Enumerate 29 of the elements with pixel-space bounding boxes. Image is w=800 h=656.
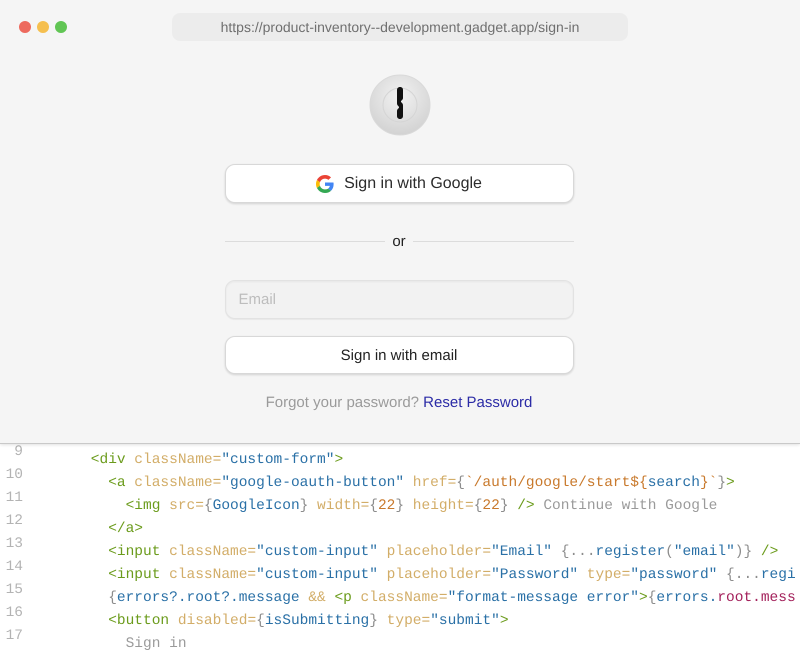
code-line: <img src={GoogleIcon} width={22} height={22} /> Continue with Google — [126, 497, 718, 516]
line-number: 12 — [4, 513, 23, 529]
window-close-icon[interactable] — [19, 21, 31, 33]
line-number: 17 — [4, 628, 23, 644]
line-number: 14 — [4, 559, 23, 575]
line-number: 15 — [4, 582, 23, 598]
line-number: 13 — [4, 536, 23, 552]
divider-label: or — [392, 233, 406, 250]
keyhole-logo-icon — [369, 74, 431, 136]
reset-password-link[interactable]: Reset Password — [423, 394, 532, 411]
code-line: {errors?.root?.message && <p className="format-message error">{errors.root.mess — [108, 589, 796, 608]
code-line: <div className="custom-form"> — [90, 451, 344, 470]
window-minimize-icon[interactable] — [37, 21, 49, 33]
google-sign-in-button[interactable]: Sign in with Google — [224, 164, 574, 203]
window-zoom-icon[interactable] — [55, 21, 67, 33]
line-number: 9 — [13, 444, 23, 460]
line-number: 16 — [4, 605, 23, 621]
code-line: <a className="google-oauth-button" href={`/auth/google/start${search}`}> — [108, 474, 735, 493]
line-number: 10 — [4, 467, 23, 483]
email-sign-in-button[interactable]: Sign in with email — [224, 336, 574, 374]
google-g-icon — [316, 174, 334, 192]
code-line: <button disabled={isSubmitting} type="submit"> — [108, 612, 509, 631]
code-line: <input className="custom-input" placeholder="Password" type="password" {...regi — [108, 566, 796, 585]
code-line: </a> — [108, 520, 144, 539]
line-number: 11 — [4, 490, 23, 506]
address-bar[interactable]: https://product-inventory--development.gadget.app/sign-in — [172, 13, 628, 41]
code-line: <input className="custom-input" placeholder="Email" {...register("email")} /> — [108, 543, 778, 562]
code-line: Sign in — [126, 635, 187, 654]
forgot-password-text: Forgot your password? Reset Password — [266, 394, 532, 411]
